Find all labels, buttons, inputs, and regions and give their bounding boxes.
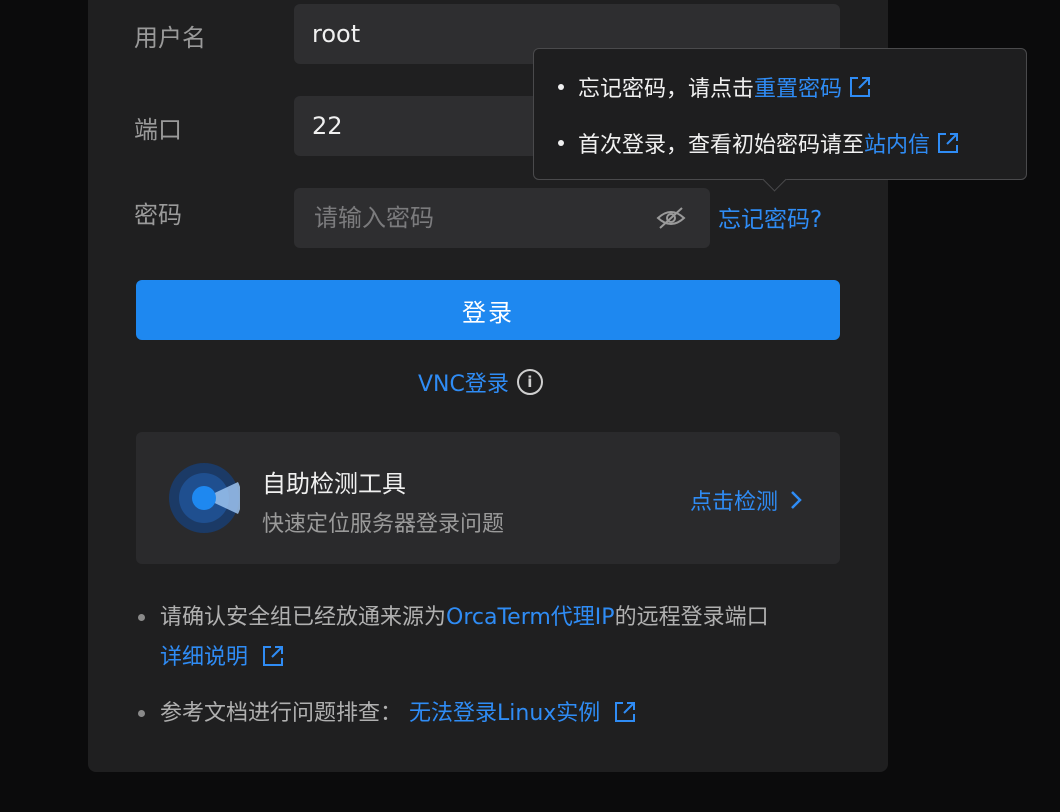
tooltip-row-reset: 忘记密码，请点击 重置密码: [558, 71, 872, 103]
inbox-link[interactable]: 站内信: [864, 127, 930, 159]
linux-login-doc-link[interactable]: 无法登录Linux实例: [409, 701, 600, 726]
note2-text: 参考文档进行问题排查：: [160, 701, 403, 726]
eye-hidden-icon[interactable]: [656, 206, 686, 230]
password-input[interactable]: [312, 203, 636, 233]
bullet-dot: [138, 710, 145, 717]
username-label: 用户名: [134, 24, 206, 52]
password-label: 密码: [134, 201, 182, 229]
tooltip-row1-text: 忘记密码，请点击: [578, 77, 755, 102]
tooltip-row-inbox: 首次登录，查看初始密码请至 站内信: [558, 127, 960, 159]
vnc-login-link[interactable]: VNC登录: [418, 366, 509, 398]
detail-link[interactable]: 详细说明: [160, 645, 248, 670]
port-label: 端口: [134, 116, 182, 144]
note1-suffix: 的远程登录端口: [614, 605, 769, 630]
list-item: 参考文档进行问题排查： 无法登录Linux实例: [136, 694, 836, 734]
orcaterm-proxy-ip-link[interactable]: OrcaTerm代理IP: [446, 605, 615, 630]
forgot-password-link[interactable]: 忘记密码?: [718, 200, 822, 234]
bullet-dot: [558, 140, 564, 146]
tool-subtitle: 快速定位服务器登录问题: [262, 512, 505, 537]
reset-password-link[interactable]: 重置密码: [754, 71, 842, 103]
tool-title: 自助检测工具: [262, 470, 406, 498]
self-check-tool-card: 自助检测工具 快速定位服务器登录问题 点击检测: [136, 432, 840, 564]
external-link-icon[interactable]: [613, 700, 637, 724]
note1-text: 请确认安全组已经放通来源为: [160, 605, 447, 630]
radar-icon: [169, 463, 240, 533]
forgot-password-tooltip: 忘记密码，请点击 重置密码 首次登录，查看初始密码请至 站内信: [533, 48, 1027, 192]
external-link-icon[interactable]: [936, 131, 960, 155]
vnc-login-row: VNC登录 i: [418, 366, 543, 398]
info-icon[interactable]: i: [516, 369, 543, 395]
bullet-dot: [558, 84, 564, 90]
login-button[interactable]: 登录: [136, 280, 840, 340]
chevron-right-icon: [791, 491, 802, 509]
port-value: 22: [312, 112, 343, 140]
external-link-icon[interactable]: [848, 75, 872, 99]
username-value: root: [312, 20, 361, 48]
bullet-dot: [138, 614, 145, 621]
external-link-icon[interactable]: [261, 644, 285, 668]
start-check-label: 点击检测: [689, 490, 778, 515]
list-item: 请确认安全组已经放通来源为OrcaTerm代理IP的远程登录端口 详细说明: [136, 598, 836, 678]
notes-list: 请确认安全组已经放通来源为OrcaTerm代理IP的远程登录端口 详细说明 参考…: [136, 598, 836, 734]
start-check-button[interactable]: 点击检测: [690, 484, 802, 516]
tooltip-row2-text: 首次登录，查看初始密码请至: [578, 133, 865, 158]
password-field[interactable]: [294, 188, 710, 248]
